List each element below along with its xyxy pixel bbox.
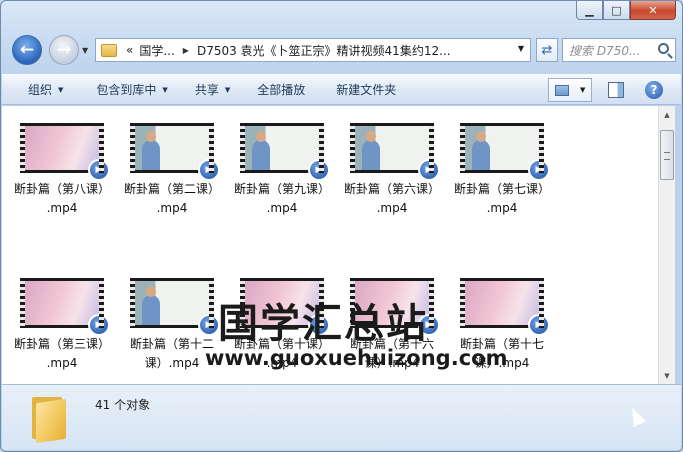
file-name: 断卦篇（第三课） .mp4 [7, 335, 117, 373]
watermark-url: www.guoxuehuizong.com [205, 346, 508, 370]
back-button[interactable]: ← [12, 35, 42, 65]
file-name-line: 断卦篇（第九课） [233, 182, 330, 196]
file-item[interactable]: ▶ 断卦篇（第三课） .mp4 [7, 278, 117, 373]
chevron-down-icon: ▼ [579, 86, 586, 94]
share-label: 共享 [194, 83, 219, 97]
media-player-icon: ▶ [88, 314, 110, 336]
new-folder-label: 新建文件夹 [336, 83, 397, 97]
media-player-icon: ▶ [198, 159, 220, 181]
item-count: 41 个对象 [95, 398, 151, 412]
new-folder-button[interactable]: 新建文件夹 [320, 81, 411, 98]
video-thumbnail: ▶ [130, 278, 220, 336]
play-all-button[interactable]: 全部播放 [245, 81, 320, 98]
scrollbar-thumb[interactable] [660, 130, 674, 180]
scroll-down-icon[interactable]: ▼ [659, 367, 675, 384]
forward-arrow-icon: → [56, 40, 72, 60]
breadcrumb-overflow[interactable]: « [123, 43, 136, 57]
details-pane: 41 个对象 [2, 384, 681, 450]
chevron-down-icon: ▼ [162, 85, 168, 94]
forward-button[interactable]: → [49, 35, 79, 65]
caption-buttons: ▁ □ ✕ [576, 1, 676, 20]
file-item[interactable]: ▶ 断卦篇（第七课） .mp4 [447, 123, 557, 218]
include-in-library-menu[interactable]: 包含到库中 ▼ [78, 81, 182, 98]
media-player-icon: ▶ [528, 159, 550, 181]
scroll-up-icon[interactable]: ▲ [659, 106, 675, 123]
command-bar: 组织 ▼ 包含到库中 ▼ 共享 ▼ 全部播放 新建文件夹 ▼ ? [2, 74, 681, 105]
file-name: 断卦篇（第二课） .mp4 [117, 180, 227, 218]
back-arrow-icon: ← [19, 40, 35, 60]
video-thumbnail: ▶ [20, 278, 110, 336]
video-thumbnail: ▶ [240, 123, 330, 181]
minimize-button[interactable]: ▁ [576, 1, 603, 20]
file-name-line: .mp4 [156, 201, 188, 215]
mouse-cursor-icon [625, 404, 647, 428]
file-name-line: .mp4 [376, 201, 408, 215]
search-input[interactable]: 搜索 D750... [562, 38, 676, 62]
navigation-bar: ← → ▼ « 国学... ▶ D7503 袁光《卜筮正宗》精讲视频41集约12… [9, 33, 676, 67]
address-dropdown-icon[interactable]: ▼ [518, 44, 524, 53]
change-view-button[interactable]: ▼ [548, 78, 592, 102]
media-player-icon: ▶ [88, 159, 110, 181]
file-name-line: 断卦篇（第六课） [343, 182, 440, 196]
media-player-icon: ▶ [198, 314, 220, 336]
refresh-button[interactable]: ⇄ [536, 38, 558, 62]
video-thumbnail: ▶ [460, 278, 550, 336]
file-list[interactable]: ▶ 断卦篇（第八课） .mp4 ▶ 断卦篇（第二课） .mp4 ▶ 断卦篇（第九课） .mp4 ▶… [2, 106, 658, 384]
file-name-line: .mp4 [486, 201, 518, 215]
chevron-down-icon: ▼ [224, 85, 231, 94]
file-name-line: 断卦篇（第二课） [123, 182, 220, 196]
close-icon: ✕ [648, 3, 658, 17]
organize-label: 组织 [28, 83, 53, 97]
preview-pane-icon[interactable] [608, 82, 624, 98]
media-player-icon: ▶ [308, 159, 330, 181]
file-name-line: .mp4 [266, 201, 298, 215]
share-menu[interactable]: 共享 ▼ [183, 81, 245, 98]
help-icon[interactable]: ? [645, 81, 663, 99]
video-thumbnail: ▶ [130, 123, 220, 181]
breadcrumb-current[interactable]: D7503 袁光《卜筮正宗》精讲视频41集约12... [194, 42, 454, 59]
organize-menu[interactable]: 组织 ▼ [2, 81, 78, 98]
file-name-line: 断卦篇（第七课） [453, 182, 550, 196]
folder-icon [101, 43, 117, 57]
address-bar[interactable]: « 国学... ▶ D7503 袁光《卜筮正宗》精讲视频41集约12... ▼ [95, 38, 531, 62]
file-name: 断卦篇（第九课） .mp4 [227, 180, 337, 218]
media-player-icon: ▶ [418, 159, 440, 181]
file-name: 断卦篇（第八课） .mp4 [7, 180, 117, 218]
file-item[interactable]: ▶ 断卦篇（第八课） .mp4 [7, 123, 117, 218]
play-all-label: 全部播放 [257, 83, 306, 97]
file-name-line: 断卦篇（第三课） [13, 337, 110, 351]
file-name-line: 断卦篇（第八课） [13, 182, 110, 196]
video-thumbnail: ▶ [20, 123, 110, 181]
search-icon [658, 43, 669, 54]
maximize-button[interactable]: □ [603, 1, 630, 20]
file-name-line: .mp4 [46, 201, 78, 215]
refresh-icon: ⇄ [541, 42, 553, 58]
folder-icon [32, 395, 68, 444]
file-name-line: .mp4 [46, 356, 78, 370]
breadcrumb-item[interactable]: 国学... [136, 42, 177, 59]
close-button[interactable]: ✕ [630, 1, 676, 20]
vertical-scrollbar[interactable]: ▲ ▼ [658, 106, 675, 384]
search-placeholder: 搜索 D750... [569, 43, 641, 58]
file-item[interactable]: ▶ 断卦篇（第六课） .mp4 [337, 123, 447, 218]
watermark-title: 国学汇总站 [218, 301, 428, 347]
video-thumbnail: ▶ [350, 123, 440, 181]
chevron-down-icon: ▼ [58, 85, 64, 94]
explorer-window: ▁ □ ✕ ← → ▼ « 国学... ▶ D7503 袁光《卜筮正宗》精讲视频… [0, 0, 683, 452]
file-item[interactable]: ▶ 断卦篇（第九课） .mp4 [227, 123, 337, 218]
include-in-library-label: 包含到库中 [96, 83, 157, 97]
file-name: 断卦篇（第七课） .mp4 [447, 180, 557, 218]
video-thumbnail: ▶ [460, 123, 550, 181]
file-item[interactable]: ▶ 断卦篇（第二课） .mp4 [117, 123, 227, 218]
file-name: 断卦篇（第六课） .mp4 [337, 180, 447, 218]
breadcrumb-separator-icon[interactable]: ▶ [178, 46, 194, 55]
recent-pages-dropdown[interactable]: ▼ [82, 46, 88, 55]
media-player-icon: ▶ [528, 314, 550, 336]
view-icon [554, 84, 569, 96]
